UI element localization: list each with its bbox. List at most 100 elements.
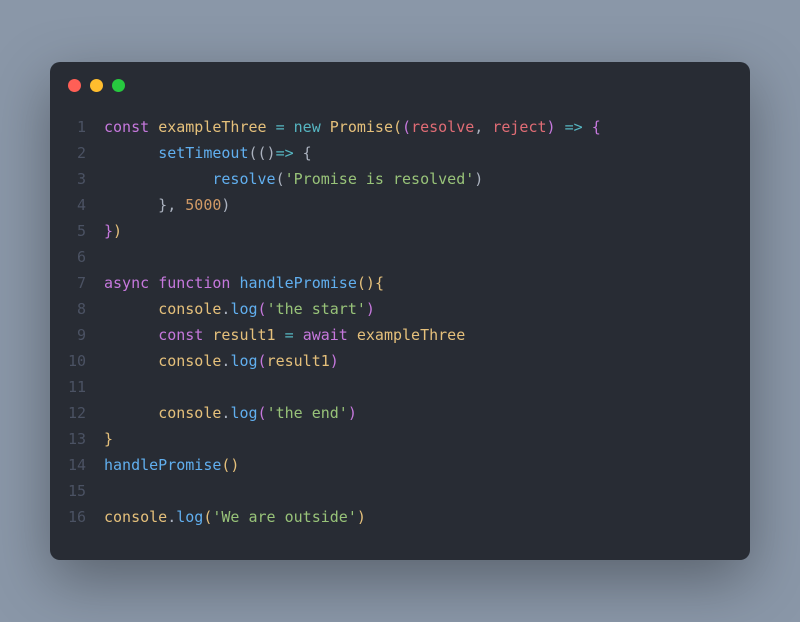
token: handlePromise	[104, 456, 221, 474]
code-content[interactable]: }, 5000)	[104, 192, 750, 218]
token	[104, 170, 212, 188]
token: exampleThree	[158, 118, 266, 136]
token: ()	[357, 274, 375, 292]
token	[348, 326, 357, 344]
code-content[interactable]: console.log('the start')	[104, 296, 750, 322]
token: new	[294, 118, 321, 136]
token: (	[258, 404, 267, 422]
token: }	[104, 430, 113, 448]
token: console	[158, 300, 221, 318]
code-line[interactable]: 14handlePromise()	[50, 452, 750, 478]
token: const	[158, 326, 203, 344]
token: =>	[565, 118, 583, 136]
line-number: 12	[50, 400, 104, 426]
code-content[interactable]: const exampleThree = new Promise((resolv…	[104, 114, 750, 140]
token: =	[276, 118, 285, 136]
code-line[interactable]: 13}	[50, 426, 750, 452]
code-content[interactable]: handlePromise()	[104, 452, 750, 478]
code-content[interactable]: }	[104, 426, 750, 452]
token: handlePromise	[239, 274, 356, 292]
token: resolve	[411, 118, 474, 136]
line-number: 15	[50, 478, 104, 504]
line-number: 1	[50, 114, 104, 140]
code-line[interactable]: 7async function handlePromise(){	[50, 270, 750, 296]
line-number: 7	[50, 270, 104, 296]
code-line[interactable]: 3 resolve('Promise is resolved')	[50, 166, 750, 192]
code-line[interactable]: 2 setTimeout(()=> {	[50, 140, 750, 166]
code-content[interactable]: const result1 = await exampleThree	[104, 322, 750, 348]
token: reject	[492, 118, 546, 136]
line-number: 8	[50, 296, 104, 322]
code-area[interactable]: 1const exampleThree = new Promise((resol…	[50, 108, 750, 530]
token: )	[474, 170, 483, 188]
line-number: 3	[50, 166, 104, 192]
token	[556, 118, 565, 136]
code-content[interactable]: setTimeout(()=> {	[104, 140, 750, 166]
line-number: 11	[50, 374, 104, 400]
code-content[interactable]: console.log(result1)	[104, 348, 750, 374]
code-content[interactable]: console.log('We are outside')	[104, 504, 750, 530]
code-content[interactable]: resolve('Promise is resolved')	[104, 166, 750, 192]
code-line[interactable]: 15	[50, 478, 750, 504]
code-line[interactable]: 6	[50, 244, 750, 270]
token: },	[104, 196, 185, 214]
token: )	[547, 118, 556, 136]
code-line[interactable]: 9 const result1 = await exampleThree	[50, 322, 750, 348]
code-content[interactable]: })	[104, 218, 750, 244]
minimize-icon[interactable]	[90, 79, 103, 92]
token: =>	[276, 144, 294, 162]
token	[285, 118, 294, 136]
token: log	[176, 508, 203, 526]
code-line[interactable]: 4 }, 5000)	[50, 192, 750, 218]
token	[104, 326, 158, 344]
token: )	[113, 222, 122, 240]
token: log	[230, 352, 257, 370]
token: .	[167, 508, 176, 526]
code-content[interactable]: console.log('the end')	[104, 400, 750, 426]
token	[104, 144, 158, 162]
token: async	[104, 274, 149, 292]
token: }	[104, 222, 113, 240]
token: (	[258, 300, 267, 318]
token: (	[258, 352, 267, 370]
token	[294, 326, 303, 344]
token: function	[158, 274, 230, 292]
close-icon[interactable]	[68, 79, 81, 92]
token: resolve	[212, 170, 275, 188]
token: 'the start'	[267, 300, 366, 318]
token	[267, 118, 276, 136]
token: {	[294, 144, 312, 162]
code-line[interactable]: 16console.log('We are outside')	[50, 504, 750, 530]
code-line[interactable]: 5})	[50, 218, 750, 244]
token	[321, 118, 330, 136]
line-number: 13	[50, 426, 104, 452]
line-number: 2	[50, 140, 104, 166]
code-content[interactable]	[104, 244, 750, 270]
line-number: 6	[50, 244, 104, 270]
code-line[interactable]: 12 console.log('the end')	[50, 400, 750, 426]
token: )	[366, 300, 375, 318]
token	[104, 404, 158, 422]
token: console	[158, 352, 221, 370]
token	[583, 118, 592, 136]
code-line[interactable]: 8 console.log('the start')	[50, 296, 750, 322]
token: result1	[267, 352, 330, 370]
code-line[interactable]: 11	[50, 374, 750, 400]
token: exampleThree	[357, 326, 465, 344]
code-content[interactable]: async function handlePromise(){	[104, 270, 750, 296]
token: console	[104, 508, 167, 526]
zoom-icon[interactable]	[112, 79, 125, 92]
token: ,	[474, 118, 492, 136]
code-line[interactable]: 1const exampleThree = new Promise((resol…	[50, 114, 750, 140]
line-number: 9	[50, 322, 104, 348]
token: 5000	[185, 196, 221, 214]
token: 'We are outside'	[212, 508, 357, 526]
code-content[interactable]	[104, 478, 750, 504]
token: )	[330, 352, 339, 370]
token: result1	[212, 326, 275, 344]
token	[104, 352, 158, 370]
code-line[interactable]: 10 console.log(result1)	[50, 348, 750, 374]
code-content[interactable]	[104, 374, 750, 400]
token: {	[592, 118, 601, 136]
token	[276, 326, 285, 344]
